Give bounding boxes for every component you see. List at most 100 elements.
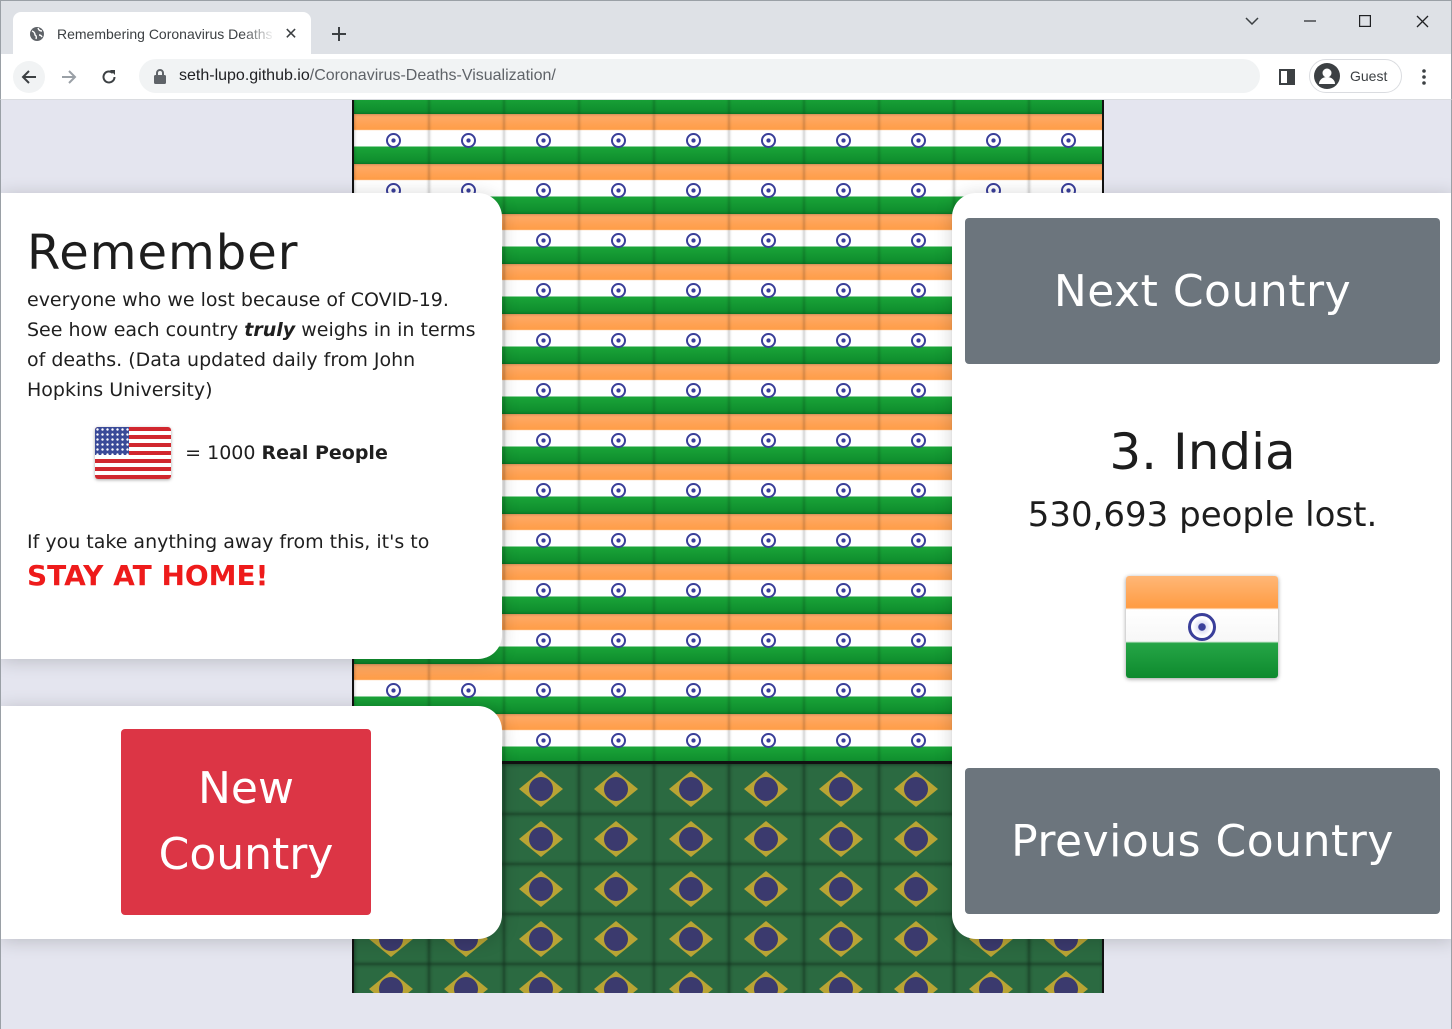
india-flag-tile	[354, 100, 429, 114]
menu-icon	[1422, 69, 1426, 85]
brazil-flag-tile	[654, 914, 729, 964]
brazil-flag-tile	[504, 914, 579, 964]
brazil-flag-tile	[954, 964, 1029, 993]
india-flag-tile	[504, 314, 579, 364]
india-flag-tile	[879, 100, 954, 114]
window-close-button[interactable]	[1399, 5, 1445, 37]
brazil-flag-tile	[804, 864, 879, 914]
tab-strip: Remembering Coronavirus Deaths ✕	[0, 0, 1452, 55]
back-button[interactable]	[13, 61, 45, 93]
india-flag-tile	[504, 214, 579, 264]
brazil-flag-tile	[804, 914, 879, 964]
india-flag-tile	[879, 564, 954, 614]
address-bar[interactable]: seth-lupo.github.io/Coronavirus-Deaths-V…	[139, 59, 1260, 93]
india-flag-tile	[579, 714, 654, 764]
india-flag-tile	[354, 114, 429, 164]
india-flag-tile	[654, 114, 729, 164]
legend-text: = 1000 Real People	[185, 442, 388, 464]
browser-tab[interactable]: Remembering Coronavirus Deaths ✕	[13, 12, 311, 55]
brazil-flag-tile	[579, 764, 654, 814]
info-panel: Remember everyone who we lost because of…	[1, 193, 502, 659]
forward-button[interactable]	[53, 61, 85, 93]
india-flag-tile	[579, 564, 654, 614]
brazil-flag-tile	[354, 964, 429, 993]
brazil-flag-tile	[504, 864, 579, 914]
profile-button[interactable]: Guest	[1309, 59, 1402, 93]
india-flag-tile	[729, 114, 804, 164]
india-flag-icon	[1126, 576, 1278, 678]
india-flag-tile	[504, 164, 579, 214]
next-country-button[interactable]: Next Country	[965, 218, 1440, 364]
takeaway-text: If you take anything away from this, it'…	[27, 531, 430, 553]
page-viewport: Remember everyone who we lost because of…	[0, 100, 1452, 1029]
brazil-flag-tile	[654, 764, 729, 814]
browser-menu-button[interactable]	[1408, 61, 1440, 93]
brazil-flag-tile	[504, 814, 579, 864]
brazil-flag-tile	[579, 914, 654, 964]
india-flag-tile	[579, 214, 654, 264]
brazil-flag-tile	[729, 814, 804, 864]
india-flag-tile	[579, 464, 654, 514]
india-flag-tile	[654, 614, 729, 664]
india-flag-tile	[504, 414, 579, 464]
brazil-flag-tile	[579, 964, 654, 993]
new-country-button[interactable]: New Country	[121, 729, 371, 915]
india-flag-tile	[504, 464, 579, 514]
india-flag-tile	[729, 414, 804, 464]
india-flag-tile	[504, 114, 579, 164]
minimize-button[interactable]	[1287, 5, 1333, 37]
brazil-flag-tile	[804, 764, 879, 814]
india-flag-tile	[654, 414, 729, 464]
india-flag-tile	[729, 514, 804, 564]
india-flag-tile	[804, 564, 879, 614]
india-flag-tile	[654, 514, 729, 564]
side-panel-button[interactable]	[1271, 61, 1303, 93]
india-flag-tile	[729, 714, 804, 764]
previous-country-button[interactable]: Previous Country	[965, 768, 1440, 914]
new-tab-button[interactable]	[323, 18, 355, 50]
india-flag-tile	[654, 464, 729, 514]
india-flag-tile	[729, 214, 804, 264]
india-flag-tile	[804, 614, 879, 664]
reload-button[interactable]	[93, 61, 125, 93]
lock-icon[interactable]	[153, 68, 167, 84]
india-flag-tile	[729, 564, 804, 614]
india-flag-tile	[804, 100, 879, 114]
url-path: /Coronavirus-Deaths-Visualization/	[309, 67, 556, 84]
india-flag-tile	[804, 664, 879, 714]
india-flag-tile	[579, 164, 654, 214]
tab-search-button[interactable]	[1229, 5, 1275, 37]
india-flag-tile	[579, 364, 654, 414]
brazil-flag-tile	[879, 764, 954, 814]
india-flag-tile	[804, 114, 879, 164]
india-flag-tile	[504, 264, 579, 314]
country-rank-name: 3. India	[1109, 423, 1296, 481]
close-icon[interactable]: ✕	[281, 24, 301, 44]
country-panel: Next Country 3. India 530,693 people los…	[952, 193, 1451, 939]
india-flag-tile	[429, 114, 504, 164]
brazil-flag-tile	[579, 864, 654, 914]
brazil-flag-tile	[654, 814, 729, 864]
india-flag-tile	[804, 314, 879, 364]
legend-bold: Real People	[261, 442, 388, 464]
stay-at-home-text: STAY AT HOME!	[27, 559, 269, 592]
india-flag-tile	[804, 364, 879, 414]
minimize-icon	[1304, 20, 1316, 22]
india-flag-tile	[879, 314, 954, 364]
india-flag-tile	[654, 564, 729, 614]
india-flag-tile	[729, 164, 804, 214]
india-flag-tile	[654, 314, 729, 364]
brazil-flag-tile	[804, 814, 879, 864]
india-flag-tile	[879, 164, 954, 214]
maximize-button[interactable]	[1342, 5, 1388, 37]
india-flag-tile	[1029, 100, 1102, 114]
us-flag-icon	[95, 427, 172, 479]
india-flag-tile	[879, 464, 954, 514]
india-flag-tile	[504, 664, 579, 714]
brazil-flag-tile	[729, 864, 804, 914]
brazil-flag-tile	[729, 964, 804, 993]
back-icon	[21, 70, 36, 84]
page-title: Remember	[27, 225, 299, 281]
india-flag-tile	[879, 714, 954, 764]
india-flag-tile	[654, 364, 729, 414]
